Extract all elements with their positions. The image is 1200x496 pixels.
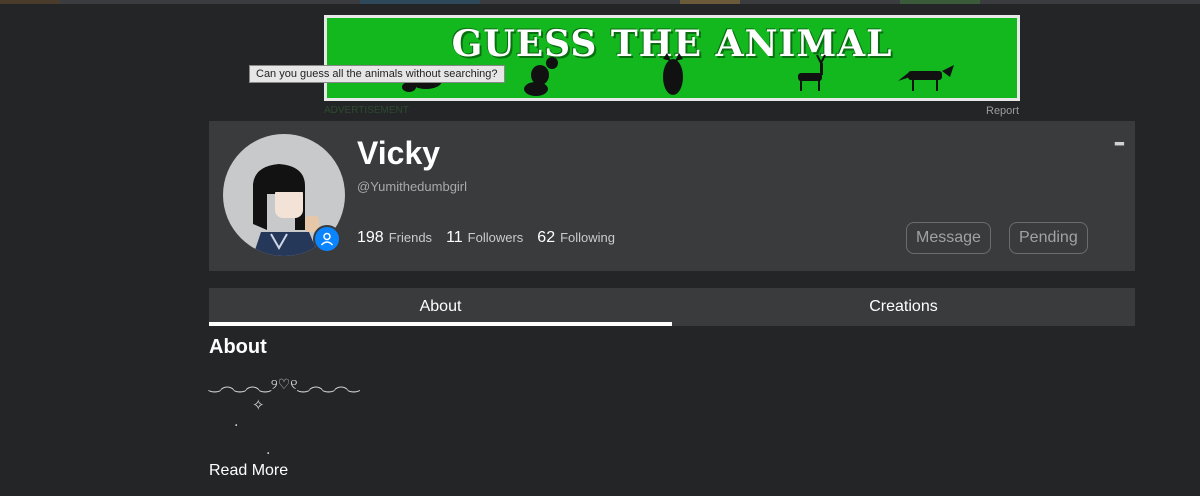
following-stat[interactable]: 62 Following xyxy=(537,229,615,247)
followers-label: Followers xyxy=(467,230,524,245)
following-count: 62 xyxy=(537,229,556,246)
about-text-line: ✧ xyxy=(252,396,265,414)
more-dots-icon[interactable]: ▪▪▪ xyxy=(1114,135,1125,151)
friends-label: Friends xyxy=(388,230,433,245)
tab-creations[interactable]: Creations xyxy=(672,288,1135,326)
followers-count: 11 xyxy=(446,229,463,246)
display-name: Vicky xyxy=(357,135,441,171)
about-text-line: · xyxy=(234,418,239,434)
about-text-line: . xyxy=(266,442,271,458)
tab-about[interactable]: About xyxy=(209,288,672,326)
ad-banner[interactable]: GUESS THE ANIMAL xyxy=(324,15,1020,101)
username: @Yumithedumbgirl xyxy=(357,179,468,194)
profile-tabs: About Creations xyxy=(209,288,1135,326)
following-label: Following xyxy=(560,230,616,245)
pending-button[interactable]: Pending xyxy=(1009,222,1088,254)
animal-silhouettes-icon xyxy=(402,53,954,96)
profile-stats: 198 Friends 11 Followers 62 Following xyxy=(357,229,615,247)
friends-stat[interactable]: 198 Friends xyxy=(357,229,432,247)
profile-header-card: Vicky @Yumithedumbgirl 198 Friends 11 Foll… xyxy=(209,121,1135,271)
about-text-line: ‿︵‿︵‿୨♡୧‿︵‿︵‿ xyxy=(209,377,360,393)
person-icon xyxy=(313,225,341,253)
ad-label: ADVERTISEMENT xyxy=(324,105,409,116)
top-image-strip xyxy=(0,0,1200,4)
about-heading: About xyxy=(209,336,267,358)
read-more-link[interactable]: Read More xyxy=(209,462,288,480)
friends-count: 198 xyxy=(357,229,384,246)
message-button[interactable]: Message xyxy=(906,222,991,254)
ad-tooltip: Can you guess all the animals without se… xyxy=(249,65,505,83)
report-link[interactable]: Report xyxy=(986,105,1019,117)
followers-stat[interactable]: 11 Followers xyxy=(446,229,523,247)
